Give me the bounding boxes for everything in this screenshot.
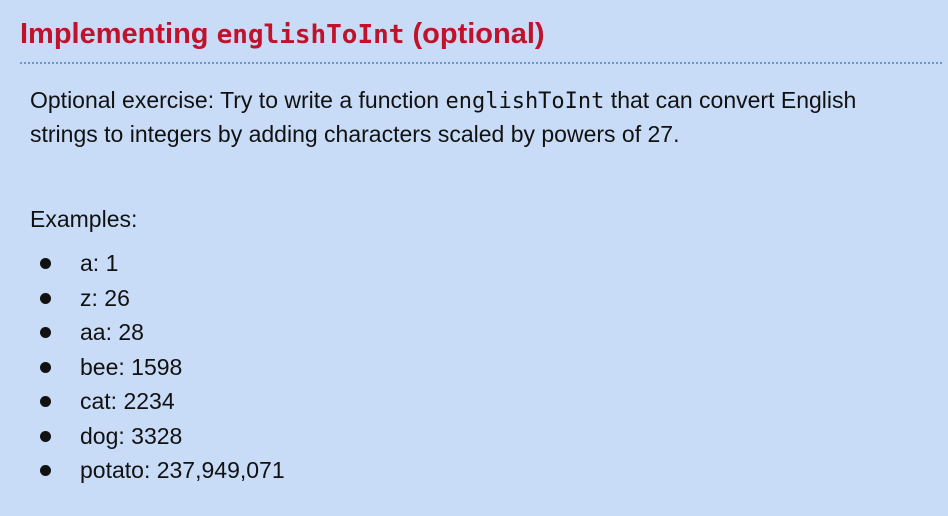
bullet-icon (40, 430, 51, 442)
body-code: englishToInt (445, 89, 605, 114)
bullet-icon (40, 465, 51, 476)
example-text: a: 1 (80, 250, 119, 276)
bullet-icon (40, 258, 51, 269)
example-text: cat: 2234 (80, 388, 175, 414)
example-text: bee: 1598 (80, 353, 183, 380)
examples-label: Examples: (30, 206, 138, 232)
title-suffix: (optional) (404, 18, 545, 50)
slide-title: Implementing englishToInt (optional) (20, 14, 545, 55)
list-item: z: 26 (30, 281, 285, 316)
title-prefix: Implementing (20, 18, 217, 50)
list-item: a: 1 (30, 246, 285, 281)
bullet-icon (40, 361, 51, 373)
example-text: aa: 28 (80, 319, 144, 345)
list-item: dog: 3328 (30, 419, 285, 454)
example-text: dog: 3328 (80, 422, 183, 449)
bullet-icon (40, 396, 51, 407)
list-item: aa: 28 (30, 315, 285, 350)
exercise-description: Optional exercise: Try to write a functi… (30, 84, 930, 151)
bullet-icon (40, 327, 51, 338)
body-prefix: Optional exercise: Try to write a functi… (30, 87, 446, 113)
title-divider (20, 62, 942, 64)
title-code: englishToInt (216, 20, 405, 50)
slide-header: Implementing englishToInt (optional) (20, 14, 928, 58)
bullet-icon (40, 292, 51, 304)
example-list: a: 1 z: 26 aa: 28 bee: 1598 cat: 2234 do… (30, 246, 285, 488)
example-text: potato: 237,949,071 (80, 457, 285, 483)
list-item: cat: 2234 (30, 384, 285, 419)
list-item: potato: 237,949,071 (30, 453, 285, 488)
example-text: z: 26 (80, 284, 130, 311)
list-item: bee: 1598 (30, 350, 285, 385)
